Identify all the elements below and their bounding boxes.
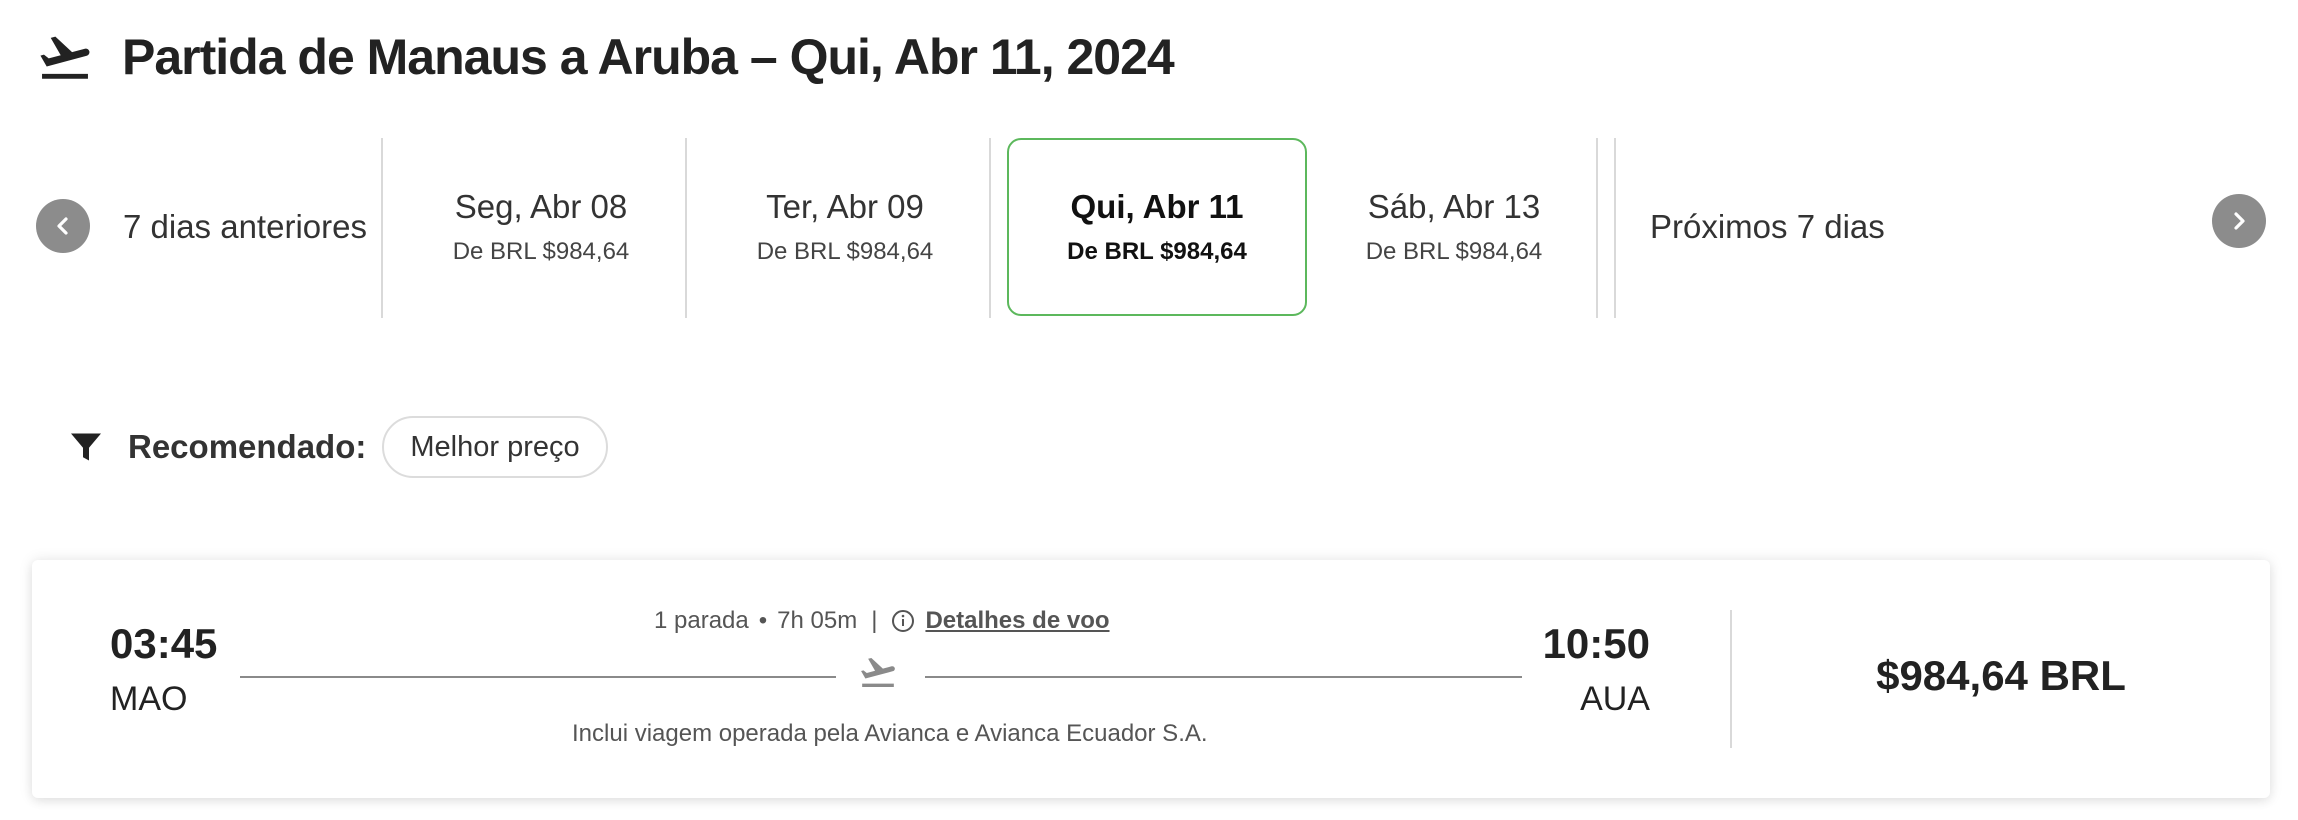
departure-time: 03:45	[110, 620, 218, 667]
date-navigation: 7 dias anteriores Seg, Abr 08 De BRL $98…	[0, 136, 2298, 320]
previous-dates-button[interactable]	[36, 199, 90, 253]
date-option[interactable]: Sáb, Abr 13 De BRL $984,64	[1304, 138, 1604, 316]
date-label: Seg, Abr 08	[454, 188, 628, 225]
sort-filter: Recomendado: Melhor preço	[68, 415, 608, 479]
date-price: De BRL $984,64	[1365, 238, 1543, 265]
page-header: Partida de Manaus a Aruba – Qui, Abr 11,…	[36, 24, 1175, 90]
route-line-left	[240, 676, 836, 678]
date-label: Ter, Abr 09	[766, 188, 924, 225]
previous-7-days-link[interactable]: 7 dias anteriores	[123, 208, 367, 246]
arrival-time: 10:50	[1542, 620, 1650, 667]
funnel-icon	[71, 433, 101, 461]
divider	[1596, 138, 1598, 318]
date-price: De BRL $984,64	[452, 238, 630, 265]
info-icon[interactable]	[891, 609, 915, 633]
date-label: Sáb, Abr 13	[1367, 188, 1541, 225]
sort-label: Recomendado:	[128, 428, 367, 465]
page-title: Partida de Manaus a Aruba – Qui, Abr 11,…	[122, 29, 1175, 85]
pipe-separator: |	[871, 607, 878, 634]
flight-price[interactable]: $984,64 BRL	[1732, 652, 2270, 700]
departure-airport: MAO	[110, 680, 188, 718]
bullet-separator: •	[758, 607, 768, 634]
divider	[989, 138, 991, 318]
date-option-selected[interactable]: Qui, Abr 11 De BRL $984,64	[1007, 138, 1307, 316]
route-line-right	[925, 676, 1522, 678]
date-price: De BRL $984,64	[756, 238, 934, 265]
flight-duration: 7h 05m	[777, 607, 858, 634]
plane-departure-icon	[861, 657, 895, 687]
next-dates-button[interactable]	[2212, 194, 2266, 248]
next-7-days-link[interactable]: Próximos 7 dias	[1650, 208, 1885, 246]
arrival-airport: AUA	[1580, 680, 1650, 718]
divider	[1614, 138, 1616, 318]
date-option[interactable]: Ter, Abr 09 De BRL $984,64	[695, 138, 995, 316]
flight-summary: 1 parada • 7h 05m | Detalhes de voo	[654, 604, 1110, 638]
best-price-chip[interactable]: Melhor preço	[382, 416, 608, 478]
chevron-right-icon	[2234, 212, 2245, 230]
plane-departure-icon	[40, 36, 90, 79]
chevron-left-icon	[57, 217, 68, 235]
divider	[381, 138, 383, 318]
flight-card[interactable]: 03:45 MAO 1 parada • 7h 05m | Detalhes d…	[32, 560, 2270, 798]
operated-by-note: Inclui viagem operada pela Avianca e Avi…	[572, 720, 1208, 747]
flight-details-link[interactable]: Detalhes de voo	[925, 607, 1109, 635]
stops-count: 1 parada	[654, 607, 749, 634]
date-label: Qui, Abr 11	[1070, 188, 1244, 225]
date-price: De BRL $984,64	[1067, 238, 1247, 265]
divider	[685, 138, 687, 318]
date-option[interactable]: Seg, Abr 08 De BRL $984,64	[391, 138, 691, 316]
